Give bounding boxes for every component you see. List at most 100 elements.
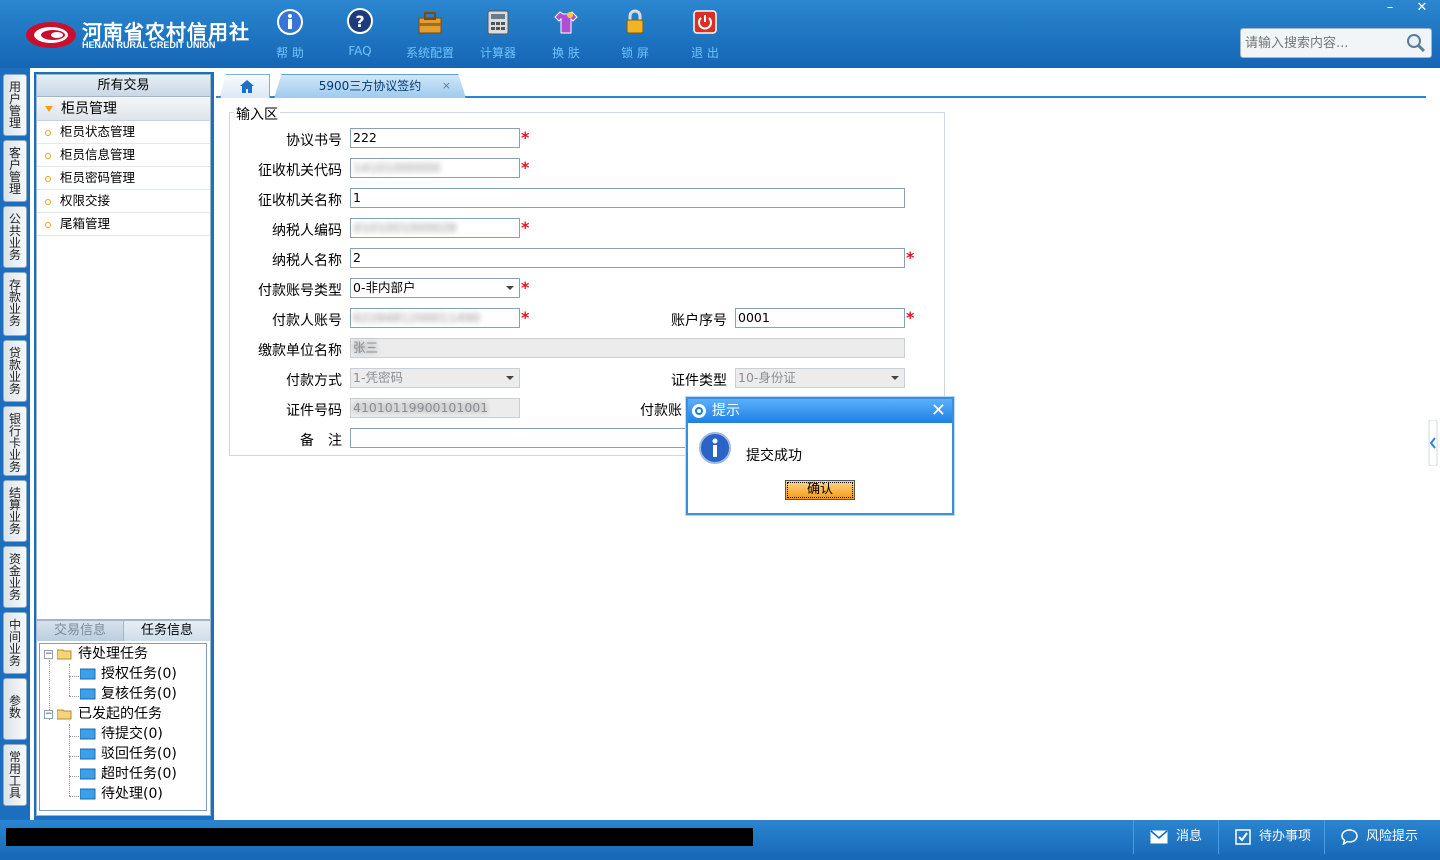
info-icon: [699, 432, 731, 464]
envelope-icon: [1150, 829, 1168, 843]
tree-node-review[interactable]: 复核任务(0): [80, 684, 177, 704]
tax-office-name-field[interactable]: 1: [350, 188, 905, 208]
tree-node-rejected[interactable]: 驳回任务(0): [80, 744, 177, 764]
search-input[interactable]: [1241, 29, 1401, 57]
tab-common-tools[interactable]: 常用工具: [3, 744, 27, 806]
minimize-button[interactable]: –: [1374, 0, 1406, 18]
tab-user-management[interactable]: 用户管理: [3, 74, 27, 136]
tab-label: 5900三方协议签约: [318, 79, 422, 93]
messages-button[interactable]: 消息: [1133, 820, 1218, 854]
folder-icon: [80, 688, 96, 700]
taxpayer-code-field[interactable]: 4101001000028: [350, 218, 520, 238]
risk-alert-button[interactable]: 风险提示: [1324, 820, 1440, 854]
id-type-select: 10-身份证: [735, 368, 905, 388]
tree-line: [69, 664, 70, 696]
tab-fund-business[interactable]: 资金业务: [3, 546, 27, 608]
calculator-label: 计算器: [479, 46, 516, 60]
task-panel-tabs: 交易信息 任务信息: [37, 621, 210, 641]
tree-node-initiated-tasks[interactable]: − 已发起的任务: [44, 704, 162, 724]
close-window-button[interactable]: ✕: [1406, 0, 1438, 18]
account-seq-field[interactable]: 0001: [735, 308, 905, 328]
collapse-toggle-icon[interactable]: −: [44, 649, 53, 659]
bullet-icon: [45, 221, 51, 228]
tab-deposit-business[interactable]: 存款业务: [3, 272, 27, 336]
tab-task-info[interactable]: 任务信息: [123, 621, 210, 641]
calculator-button[interactable]: 计算器: [466, 8, 530, 60]
close-tab-icon[interactable]: ×: [442, 75, 451, 97]
home-tab[interactable]: [220, 74, 270, 98]
padlock-icon: [626, 9, 644, 34]
folder-icon: [80, 668, 96, 680]
tab-customer-management[interactable]: 客户管理: [3, 140, 27, 202]
tree-node-label: 复核任务(0): [101, 686, 177, 702]
taxpayer-name-label: 纳税人名称: [272, 253, 342, 269]
tab-bank-card-business[interactable]: 银行卡业务: [3, 406, 27, 476]
faq-button[interactable]: ? FAQ: [328, 8, 392, 60]
tree-node-label: 超时任务(0): [101, 766, 177, 782]
exit-button[interactable]: 退 出: [673, 8, 737, 60]
id-type-label: 证件类型: [671, 373, 727, 389]
home-icon: [240, 80, 254, 93]
tab-intermediary-business[interactable]: 中间业务: [3, 612, 27, 674]
lock-screen-label: 锁 屏: [621, 46, 649, 60]
lock-screen-button[interactable]: 锁 屏: [603, 8, 667, 60]
pay-unit-name-label: 缴款单位名称: [258, 343, 342, 359]
open-folder-icon: [57, 709, 72, 720]
agreement-no-label: 协议书号: [286, 133, 342, 149]
faq-label: FAQ: [348, 44, 372, 58]
agreement-no-field[interactable]: 222: [350, 128, 520, 148]
folder-icon: [80, 728, 96, 740]
todo-button[interactable]: 待办事项: [1218, 820, 1324, 854]
dialog-close-icon[interactable]: ✕: [931, 399, 946, 423]
open-folder-icon: [57, 649, 72, 660]
status-message-area: [6, 828, 753, 846]
tab-parameters[interactable]: 参数: [3, 678, 27, 740]
required-mark: *: [521, 278, 530, 297]
required-mark: *: [906, 248, 915, 267]
required-mark: *: [521, 128, 530, 147]
tab-settlement-business[interactable]: 结算业务: [3, 480, 27, 542]
taxpayer-name-field[interactable]: 2: [350, 248, 905, 268]
taxpayer-code-label: 纳税人编码: [272, 223, 342, 239]
collapse-toggle-icon[interactable]: −: [44, 709, 53, 719]
dialog-title-bar[interactable]: 提示 ✕: [688, 399, 952, 423]
tree-node-to-submit[interactable]: 待提交(0): [80, 724, 163, 744]
system-config-button[interactable]: 系统配置: [398, 8, 462, 60]
tax-office-code-field[interactable]: 14101000000: [350, 158, 520, 178]
confirm-button[interactable]: 确认: [785, 480, 855, 500]
pay-account-type-select[interactable]: 0-非内部户: [350, 278, 520, 298]
dialog-title: 提示: [712, 403, 740, 419]
bullet-icon: [45, 175, 51, 182]
bullet-icon: [45, 129, 51, 136]
tab-public-business[interactable]: 公共业务: [3, 206, 27, 268]
payer-account-label: 付款人账号: [272, 313, 342, 329]
required-mark: *: [906, 308, 915, 327]
tree-node-pending-tasks[interactable]: − 待处理任务: [44, 644, 148, 664]
payer-account-field[interactable]: 6228481200011490: [350, 308, 520, 328]
bullet-icon: [45, 198, 51, 205]
skin-button[interactable]: 换 肤: [534, 8, 598, 60]
calculator-icon: [487, 10, 509, 35]
search-icon[interactable]: [1405, 32, 1427, 54]
tab-loan-business[interactable]: 贷款业务: [3, 340, 27, 402]
search-box: [1240, 28, 1432, 58]
menu-item-teller-info[interactable]: 柜员信息管理: [37, 144, 210, 167]
tree-node-timeout[interactable]: 超时任务(0): [80, 764, 177, 784]
tab-trade-info[interactable]: 交易信息: [37, 621, 123, 641]
tree-node-authorize[interactable]: 授权任务(0): [80, 664, 177, 684]
todo-label: 待办事项: [1259, 829, 1312, 844]
tree-node-label: 待处理任务: [78, 646, 148, 662]
menu-item-permission-handover[interactable]: 权限交接: [37, 190, 210, 213]
all-transactions-header[interactable]: 所有交易: [37, 75, 210, 97]
menu-item-tail-box[interactable]: 尾箱管理: [37, 213, 210, 236]
help-button[interactable]: 帮 助: [258, 8, 322, 60]
menu-group-teller-management[interactable]: 柜员管理: [37, 97, 210, 121]
tree-node-to-process[interactable]: 待处理(0): [80, 784, 163, 804]
tab-tripartite-agreement[interactable]: 5900三方协议签约 ×: [274, 74, 466, 98]
tree-node-label: 待提交(0): [101, 726, 163, 742]
required-mark: *: [521, 218, 530, 237]
menu-item-teller-status[interactable]: 柜员状态管理: [37, 121, 210, 144]
menu-item-teller-password[interactable]: 柜员密码管理: [37, 167, 210, 190]
tree-node-label: 驳回任务(0): [101, 746, 177, 762]
collapse-panel-handle-icon[interactable]: [1428, 420, 1438, 466]
